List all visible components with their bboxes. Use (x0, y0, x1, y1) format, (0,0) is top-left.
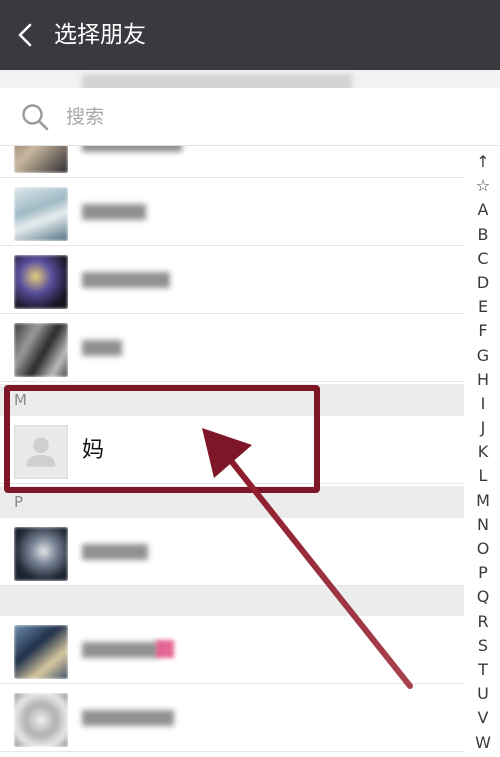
index-letter[interactable]: U (466, 682, 500, 706)
emoji-blurred (156, 640, 174, 658)
index-letter[interactable]: L (466, 464, 500, 488)
index-letter[interactable]: O (466, 537, 500, 561)
index-letter[interactable]: K (466, 440, 500, 464)
contact-name-blurred (82, 710, 174, 726)
section-header-m: M (0, 384, 464, 416)
avatar (14, 527, 68, 581)
search-bar[interactable]: 搜索 (0, 88, 500, 146)
title-bar: 选择朋友 (0, 0, 500, 70)
avatar (14, 693, 68, 747)
index-letter[interactable]: C (466, 247, 500, 271)
index-letter[interactable]: S (466, 634, 500, 658)
chevron-left-icon[interactable] (14, 22, 38, 48)
avatar (14, 187, 68, 241)
contact-name-blurred (82, 204, 146, 220)
index-letter[interactable]: D (466, 271, 500, 295)
index-letter[interactable]: J (466, 416, 500, 440)
list-item[interactable] (0, 314, 464, 382)
default-user-icon (26, 437, 56, 467)
index-letter[interactable]: V (466, 706, 500, 730)
contact-list[interactable]: M 妈 P (0, 146, 464, 757)
contact-name-blurred (82, 642, 158, 658)
contact-name: 妈 (82, 438, 105, 463)
avatar (14, 425, 68, 479)
contact-name-blurred (82, 340, 122, 356)
index-letter[interactable]: R (466, 610, 500, 634)
avatar (14, 625, 68, 679)
list-item[interactable] (0, 178, 464, 246)
index-letter[interactable]: A (466, 198, 500, 222)
list-item[interactable] (0, 616, 464, 684)
avatar (14, 255, 68, 309)
index-letter[interactable]: B (466, 223, 500, 247)
list-item[interactable] (0, 684, 464, 752)
section-header-p: P (0, 486, 464, 518)
index-letter[interactable]: P (466, 561, 500, 585)
list-item[interactable] (0, 246, 464, 314)
search-placeholder: 搜索 (66, 106, 105, 128)
contact-name-blurred (82, 544, 148, 560)
index-letter[interactable]: ↑ (466, 150, 500, 174)
index-letter[interactable]: T (466, 658, 500, 682)
list-item-mom[interactable]: 妈 (0, 416, 464, 484)
index-letter[interactable]: H (466, 368, 500, 392)
index-letter[interactable]: I (466, 392, 500, 416)
index-letter[interactable]: F (466, 319, 500, 343)
list-item[interactable] (0, 518, 464, 586)
contact-name-blurred (82, 272, 170, 288)
index-letter[interactable]: ☆ (466, 174, 500, 198)
avatar (14, 146, 68, 173)
index-letter[interactable]: E (466, 295, 500, 319)
index-letter[interactable]: W (466, 731, 500, 755)
search-icon (22, 104, 49, 131)
avatar (14, 323, 68, 377)
list-item[interactable] (0, 146, 464, 178)
index-letter[interactable]: G (466, 344, 500, 368)
section-header (0, 586, 464, 616)
index-letter[interactable]: Q (466, 585, 500, 609)
alphabet-index[interactable]: ↑ ☆ A B C D E F G H I J K L M N O P Q R S T U V W (466, 150, 500, 757)
index-letter[interactable]: M (466, 489, 500, 513)
contact-name-blurred (82, 146, 182, 152)
index-letter[interactable]: N (466, 513, 500, 537)
page-title: 选择朋友 (54, 22, 146, 48)
